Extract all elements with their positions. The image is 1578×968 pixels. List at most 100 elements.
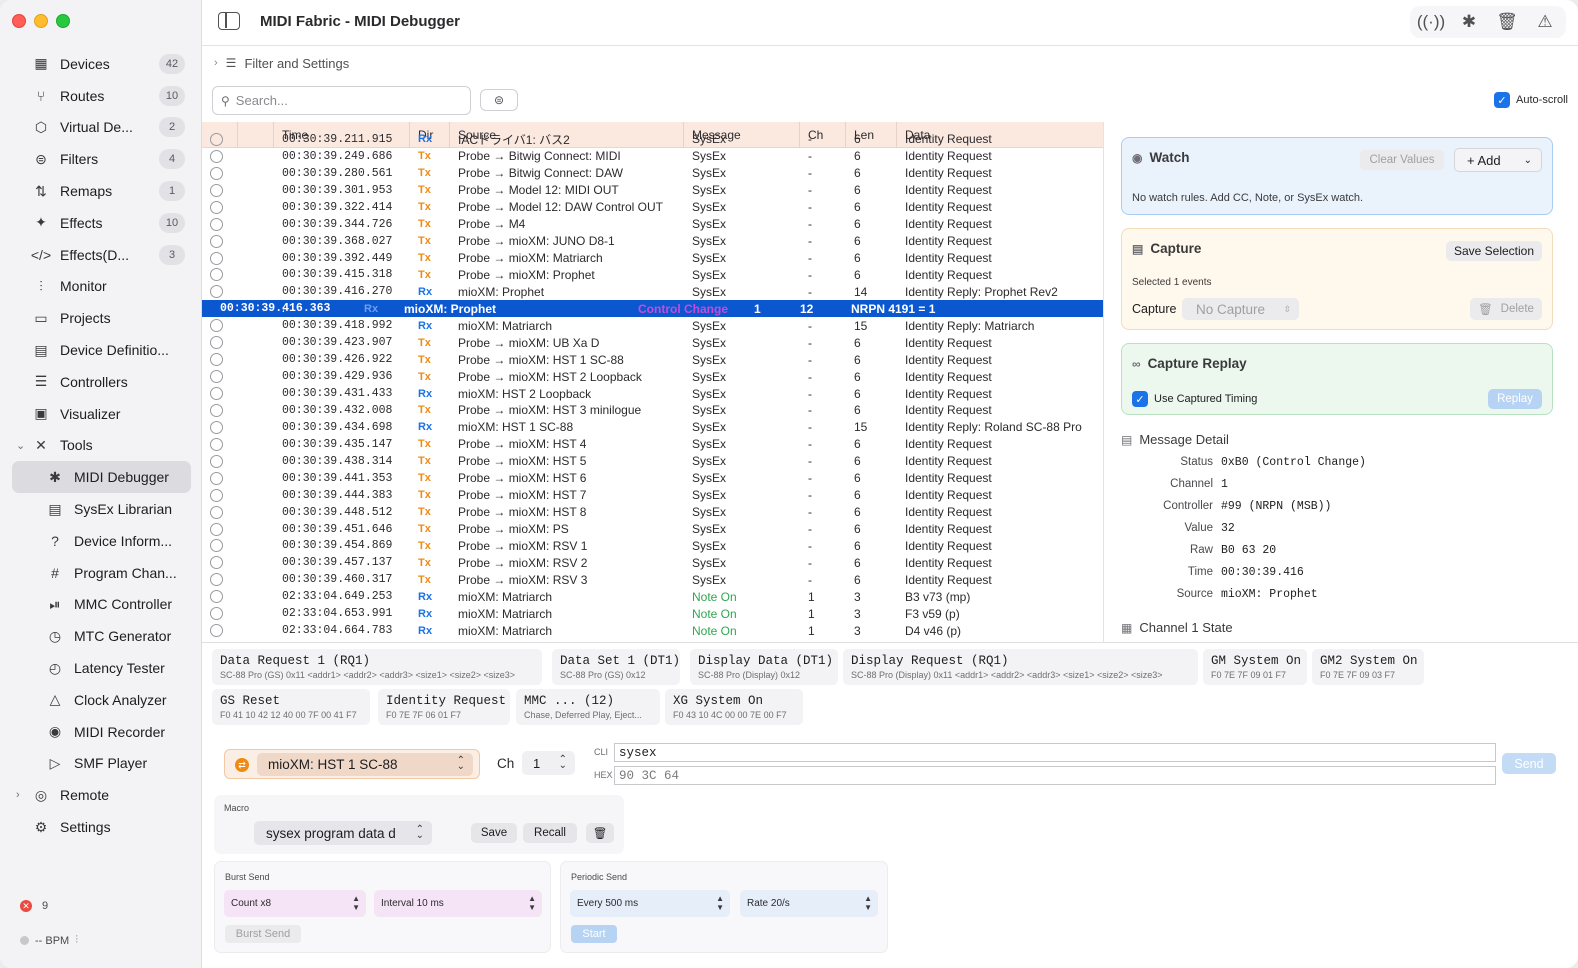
table-row[interactable]: 00:30:39.418.992 Rx mioXM: Matriarch SysEx -… <box>202 317 1103 334</box>
sidebar-item-devices[interactable]: ▦ Devices 42 <box>12 48 191 80</box>
burst-count-stepper[interactable]: Count x8 ▲ ▼ <box>224 890 366 917</box>
row-radio[interactable] <box>210 387 223 401</box>
row-select-cell[interactable] <box>202 554 274 571</box>
row-select-cell[interactable] <box>202 233 274 250</box>
row-radio[interactable] <box>210 370 223 384</box>
table-row[interactable]: 00:30:39.432.008 Tx Probe → mioXM: HST 3 m… <box>202 402 1103 419</box>
stepper-arrows-icon[interactable]: ▲ ▼ <box>528 894 536 912</box>
row-select-cell[interactable] <box>202 538 274 555</box>
autoscroll-toggle[interactable]: ✓ Auto-scroll <box>1494 92 1568 108</box>
row-select-cell[interactable] <box>202 334 274 351</box>
sidebar-item-program-chan[interactable]: # Program Chan... <box>12 557 191 589</box>
row-select-cell[interactable] <box>202 283 274 300</box>
replay-button[interactable]: Replay <box>1488 389 1542 409</box>
row-radio[interactable] <box>210 268 223 282</box>
minimize-window-button[interactable] <box>34 14 48 28</box>
burst-interval-stepper[interactable]: Interval 10 ms ▲ ▼ <box>374 890 542 917</box>
periodic-start-button[interactable]: Start <box>571 925 617 943</box>
preset-identity-request[interactable]: Identity Request F0 7E 7F 06 01 F7 <box>378 689 510 725</box>
row-radio[interactable] <box>210 166 223 180</box>
preset-display-request-rq1[interactable]: Display Request (RQ1) SC-88 Pro (Display)… <box>843 649 1198 685</box>
warning-icon[interactable]: ⚠ <box>1528 6 1562 38</box>
row-select-cell[interactable] <box>202 165 274 182</box>
row-radio[interactable] <box>210 336 223 350</box>
sidebar-item-projects[interactable]: ▭ Projects <box>12 302 191 334</box>
table-row[interactable]: 00:30:39.415.318 Tx Probe → mioXM: Prophet… <box>202 267 1103 284</box>
sidebar-item-effects[interactable]: ✦ Effects 10 <box>12 207 191 239</box>
row-radio[interactable] <box>210 420 223 434</box>
output-port-picker[interactable]: ⇄ mioXM: HST 1 SC-88 ⌃ ⌄ <box>224 749 480 779</box>
row-radio[interactable] <box>210 505 223 519</box>
table-row[interactable]: 00:30:39.451.646 Tx Probe → mioXM: PS SysEx… <box>202 521 1103 538</box>
sidebar-group-tools[interactable]: ⌄ ✕ Tools <box>12 430 191 462</box>
row-radio[interactable] <box>210 132 223 146</box>
sidebar-item-settings[interactable]: ⚙ Settings <box>12 811 191 843</box>
periodic-every-stepper[interactable]: Every 500 ms ▲ ▼ <box>570 890 730 917</box>
macro-save-button[interactable]: Save <box>471 823 517 843</box>
row-select-cell[interactable] <box>202 453 274 470</box>
sidebar-item-device-definitio[interactable]: ▤ Device Definitio... <box>12 334 191 366</box>
macro-select[interactable]: sysex program data d ⌃ ⌄ <box>254 821 432 845</box>
row-radio[interactable] <box>210 149 223 163</box>
chevron-right-icon[interactable]: › <box>16 789 20 801</box>
row-select-cell[interactable] <box>202 250 274 267</box>
row-radio[interactable] <box>210 454 223 468</box>
table-row[interactable]: 00:30:39.444.383 Tx Probe → mioXM: HST 7 Sy… <box>202 487 1103 504</box>
use-captured-timing-toggle[interactable]: ✓ Use Captured Timing <box>1132 391 1257 407</box>
sidebar-group-remote[interactable]: › ◎ Remote <box>12 779 191 811</box>
row-select-cell[interactable] <box>202 419 274 436</box>
close-window-button[interactable] <box>12 14 26 28</box>
row-select-cell[interactable] <box>202 521 274 538</box>
sidebar-item-device-inform[interactable]: ? Device Inform... <box>12 525 191 557</box>
sidebar-item-routes[interactable]: ⑂ Routes 10 <box>12 80 191 112</box>
stepper-arrows-icon[interactable]: ▲ ▼ <box>352 894 360 912</box>
row-select-cell[interactable] <box>202 402 274 419</box>
table-row[interactable]: 00:30:39.344.726 Tx Probe → M4 SysEx - 6 Ident… <box>202 216 1103 233</box>
row-select-cell[interactable] <box>202 267 274 284</box>
table-row[interactable]: 00:30:39.211.915 Rx IACドライバ1: バス2 SysEx - 6 Id… <box>202 131 1103 148</box>
channel-select[interactable]: 1 ⌃ ⌄ <box>522 751 575 775</box>
table-row[interactable]: 00:30:39.322.414 Tx Probe → Model 12: DAW … <box>202 199 1103 216</box>
preset-gm-system-on[interactable]: GM System On F0 7E 7F 09 01 F7 <box>1203 649 1307 685</box>
row-select-cell[interactable] <box>202 622 274 639</box>
chevron-down-icon[interactable]: ⌄ <box>16 439 25 452</box>
sidebar-item-mtc-generator[interactable]: ◷ MTC Generator <box>12 620 191 652</box>
row-select-cell[interactable] <box>202 436 274 453</box>
sidebar-item-clock-analyzer[interactable]: △ Clock Analyzer <box>12 684 191 716</box>
save-selection-button[interactable]: Save Selection <box>1446 241 1542 261</box>
row-select-cell[interactable] <box>202 571 274 588</box>
channel-state-header[interactable]: ▦ Channel 1 State <box>1121 620 1233 635</box>
table-row[interactable]: 00:30:39.457.137 Tx Probe → mioXM: RSV 2 Sy… <box>202 554 1103 571</box>
periodic-rate-stepper[interactable]: Rate 20/s ▲ ▼ <box>740 890 878 917</box>
search-input[interactable] <box>235 93 446 108</box>
sidebar-item-smf-player[interactable]: ▷ SMF Player <box>12 748 191 780</box>
preset-gs-reset[interactable]: GS Reset F0 41 10 42 12 40 00 7F 00 41 F7 <box>212 689 370 725</box>
table-row[interactable]: ›00:30:39.416.363RxmioXM: ProphetControl… <box>202 300 1103 318</box>
use-captured-timing-checkbox[interactable]: ✓ <box>1132 391 1148 407</box>
row-select-cell[interactable] <box>202 385 274 402</box>
row-select-cell[interactable] <box>202 216 274 233</box>
row-select-cell[interactable] <box>202 317 274 334</box>
row-select-cell[interactable] <box>202 368 274 385</box>
sidebar-item-filters[interactable]: ⊜ Filters 4 <box>12 143 191 175</box>
send-button[interactable]: Send <box>1502 753 1556 774</box>
filter-options-button[interactable]: ⊜ <box>480 89 518 111</box>
sidebar-item-virtual-de[interactable]: ⬡ Virtual De... 2 <box>12 112 191 144</box>
table-row[interactable]: 00:30:39.423.907 Tx Probe → mioXM: UB Xa D… <box>202 334 1103 351</box>
sidebar-item-effects-d[interactable]: </> Effects(D... 3 <box>12 239 191 271</box>
sidebar-item-monitor[interactable]: ⫶ Monitor <box>12 271 191 303</box>
clear-values-button[interactable]: Clear Values <box>1360 150 1444 170</box>
table-row[interactable]: 00:30:39.435.147 Tx Probe → mioXM: HST 4 Sy… <box>202 436 1103 453</box>
zoom-window-button[interactable] <box>56 14 70 28</box>
row-radio[interactable] <box>210 319 223 333</box>
sidebar-item-sysex-librarian[interactable]: ▤ SysEx Librarian <box>12 493 191 525</box>
error-indicator[interactable]: ✕ 9 <box>20 900 48 912</box>
sidebar-item-remaps[interactable]: ⇅ Remaps 1 <box>12 175 191 207</box>
row-select-cell[interactable] <box>202 148 274 165</box>
macro-recall-button[interactable]: Recall <box>523 823 577 843</box>
table-row[interactable]: 00:30:39.392.449 Tx Probe → mioXM: Matriar… <box>202 250 1103 267</box>
preset-gm2-system-on[interactable]: GM2 System On F0 7E 7F 09 03 F7 <box>1312 649 1424 685</box>
row-radio[interactable] <box>210 488 223 502</box>
row-radio[interactable] <box>210 607 223 621</box>
preset-data-set-1-dt1[interactable]: Data Set 1 (DT1) SC-88 Pro (GS) 0x12 <box>552 649 680 685</box>
